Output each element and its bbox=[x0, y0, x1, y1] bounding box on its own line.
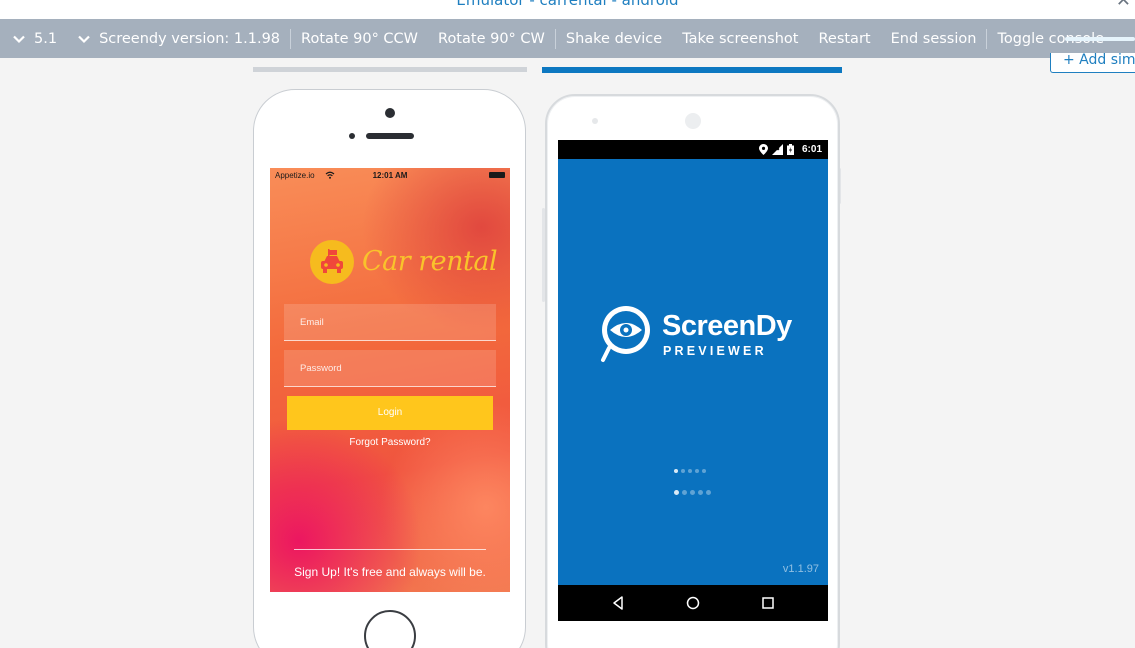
ios-status-bar: Appetize.io 12:01 AM bbox=[270, 168, 510, 182]
camera-icon bbox=[385, 108, 395, 118]
ios-clock: 12:01 AM bbox=[372, 171, 408, 180]
signup-divider bbox=[294, 549, 486, 550]
android-frame: 6:01 ScreenDy PREVIEWER v1.1.97 bbox=[545, 94, 840, 648]
email-field[interactable]: Email bbox=[284, 304, 496, 341]
back-icon[interactable] bbox=[610, 595, 626, 611]
tab-android-device[interactable] bbox=[542, 67, 842, 73]
toolbar-divider bbox=[554, 28, 556, 49]
window-title: Emulator - carrental - android bbox=[456, 0, 679, 9]
add-simulator-button[interactable]: + Add sim bbox=[1050, 53, 1135, 73]
car-logo-icon bbox=[310, 240, 354, 284]
end-session-button[interactable]: End session bbox=[891, 31, 977, 47]
battery-icon bbox=[787, 144, 794, 155]
rotate-cw-button[interactable]: Rotate 90° CW bbox=[438, 31, 545, 47]
battery-icon bbox=[489, 172, 505, 178]
sensor-dot bbox=[349, 133, 355, 139]
session-progress-bar bbox=[1065, 37, 1135, 41]
loading-indicator bbox=[674, 469, 706, 473]
chevron-down-icon bbox=[13, 35, 25, 43]
android-status-bar: 6:01 bbox=[558, 140, 828, 159]
close-icon[interactable]: ✕ bbox=[1116, 0, 1131, 11]
android-nav-bar bbox=[558, 585, 828, 621]
android-version-dropdown[interactable]: 5.1 bbox=[12, 31, 57, 47]
home-button[interactable] bbox=[364, 610, 416, 648]
loading-indicator bbox=[674, 490, 711, 495]
home-icon[interactable] bbox=[685, 595, 701, 611]
screendy-version-label: Screendy version: 1.1.98 bbox=[99, 30, 281, 47]
shake-device-button[interactable]: Shake device bbox=[566, 31, 662, 47]
tab-ios-device[interactable] bbox=[253, 67, 527, 72]
restart-button[interactable]: Restart bbox=[818, 31, 870, 47]
android-version-label: 5.1 bbox=[34, 30, 58, 47]
toolbar-divider bbox=[290, 28, 292, 49]
emulator-toolbar: 5.1 Screendy version: 1.1.98 Rotate 90° … bbox=[0, 19, 1135, 58]
login-button[interactable]: Login bbox=[287, 396, 493, 430]
screendy-version-dropdown[interactable]: Screendy version: 1.1.98 bbox=[77, 31, 280, 47]
signal-icon bbox=[772, 144, 783, 155]
location-icon bbox=[759, 144, 768, 155]
toolbar-divider bbox=[986, 28, 988, 49]
app-brand-title: Car rental bbox=[362, 246, 498, 277]
ios-screen[interactable]: Appetize.io 12:01 AM Car rental Email Pa… bbox=[270, 168, 510, 592]
android-screen[interactable]: 6:01 ScreenDy PREVIEWER v1.1.97 bbox=[558, 140, 828, 621]
splash-app-name: ScreenDy bbox=[662, 310, 792, 342]
chevron-down-icon bbox=[78, 35, 90, 43]
sensor-dot bbox=[592, 118, 598, 124]
splash-version: v1.1.97 bbox=[782, 563, 819, 575]
android-clock: 6:01 bbox=[801, 144, 822, 155]
forgot-password-link[interactable]: Forgot Password? bbox=[270, 437, 510, 448]
rotate-ccw-button[interactable]: Rotate 90° CCW bbox=[301, 31, 418, 47]
window-title-strip: Emulator - carrental - android ✕ bbox=[0, 0, 1135, 19]
signup-link[interactable]: Sign Up! It's free and always will be. bbox=[270, 565, 510, 579]
take-screenshot-button[interactable]: Take screenshot bbox=[682, 31, 798, 47]
iphone-frame: Appetize.io 12:01 AM Car rental Email Pa… bbox=[253, 89, 526, 648]
password-field[interactable]: Password bbox=[284, 350, 496, 387]
splash-subtitle: PREVIEWER bbox=[663, 344, 767, 358]
speaker-grille bbox=[366, 133, 414, 139]
recent-apps-icon[interactable] bbox=[760, 595, 776, 611]
camera-icon bbox=[685, 113, 701, 129]
